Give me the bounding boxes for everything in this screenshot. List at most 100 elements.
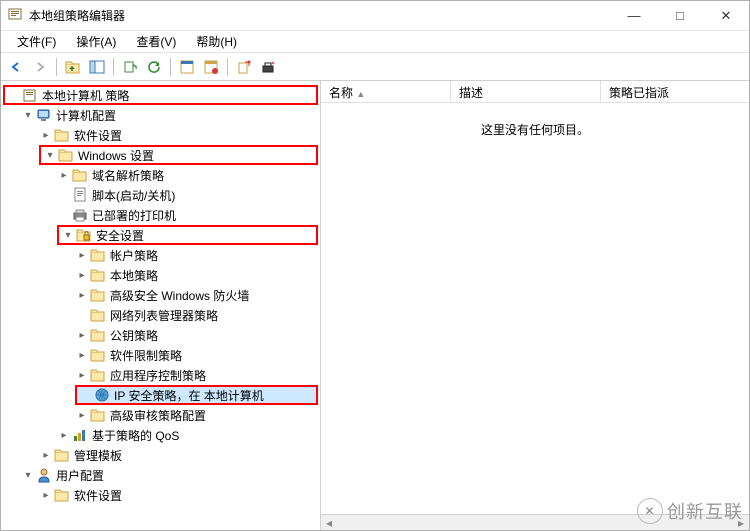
tree-software-settings[interactable]: ▸ 软件设置 — [39, 125, 318, 145]
expander-icon[interactable]: ▸ — [39, 488, 53, 502]
expander-icon[interactable]: ▸ — [57, 428, 71, 442]
titlebar: 本地组策略编辑器 — □ ✕ — [1, 1, 749, 31]
horizontal-scrollbar[interactable]: ◂ ▸ — [321, 514, 749, 530]
forward-button[interactable] — [29, 56, 51, 78]
tree-label: 软件限制策略 — [110, 347, 182, 364]
tree-label: 域名解析策略 — [92, 167, 164, 184]
folder-icon — [90, 367, 106, 383]
expander-icon[interactable]: ▸ — [75, 328, 89, 342]
action2-button[interactable] — [257, 56, 279, 78]
expander-icon[interactable]: ▸ — [75, 288, 89, 302]
toolbar-separator — [113, 58, 114, 76]
menu-action[interactable]: 操作(A) — [66, 31, 126, 52]
toolbar-separator — [56, 58, 57, 76]
tree-security-settings[interactable]: ▾ 安全设置 — [57, 225, 318, 245]
tree-deployed-printers[interactable]: ▸ 已部署的打印机 — [57, 205, 318, 225]
tree-user-config[interactable]: ▾ 用户配置 — [21, 465, 318, 485]
tree-pane[interactable]: ▾ 本地计算机 策略 ▾ 计算机配置 ▸ — [1, 81, 321, 530]
tree-computer-config[interactable]: ▾ 计算机配置 — [21, 105, 318, 125]
scroll-track[interactable] — [337, 515, 733, 530]
folder-icon — [54, 487, 70, 503]
menu-view[interactable]: 查看(V) — [126, 31, 186, 52]
list-body[interactable]: 这里没有任何项目。 ◂ ▸ — [321, 103, 749, 530]
computer-icon — [36, 107, 52, 123]
column-name[interactable]: 名称 ▲ — [321, 81, 451, 102]
window-controls: — □ ✕ — [611, 1, 749, 31]
toolbar-separator — [170, 58, 171, 76]
tree-nlm[interactable]: ▸网络列表管理器策略 — [75, 305, 318, 325]
tree-label: 本地策略 — [110, 267, 158, 284]
tree-wfas[interactable]: ▸ 高级安全 Windows 防火墙 — [75, 285, 318, 305]
tree-app-control[interactable]: ▸ 应用程序控制策略 — [75, 365, 318, 385]
tree-local-policy[interactable]: ▸ 本地策略 — [75, 265, 318, 285]
tree-ipsec[interactable]: ▸IP 安全策略，在 本地计算机 — [75, 385, 318, 405]
tree-label: 应用程序控制策略 — [110, 367, 206, 384]
tree-root[interactable]: ▾ 本地计算机 策略 — [3, 85, 318, 105]
folder-icon — [90, 267, 106, 283]
tree-software-settings-user[interactable]: ▸ 软件设置 — [39, 485, 318, 505]
script-icon — [72, 187, 88, 203]
expander-icon[interactable]: ▾ — [61, 228, 75, 242]
back-button[interactable] — [5, 56, 27, 78]
tree-windows-settings[interactable]: ▾ Windows 设置 — [39, 145, 318, 165]
tree-software-restriction[interactable]: ▸ 软件限制策略 — [75, 345, 318, 365]
tree-scripts[interactable]: ▸ 脚本(启动/关机) — [57, 185, 318, 205]
column-desc[interactable]: 描述 — [451, 81, 601, 102]
scroll-right-icon[interactable]: ▸ — [733, 515, 749, 530]
folder-icon — [90, 247, 106, 263]
refresh-button[interactable] — [143, 56, 165, 78]
tree-label: 网络列表管理器策略 — [110, 307, 218, 324]
main-area: ▾ 本地计算机 策略 ▾ 计算机配置 ▸ — [1, 81, 749, 530]
tree-label: 高级安全 Windows 防火墙 — [110, 287, 249, 304]
security-folder-icon — [76, 227, 92, 243]
tree-label: 脚本(启动/关机) — [92, 187, 175, 204]
properties-button[interactable] — [176, 56, 198, 78]
expander-icon[interactable]: ▾ — [21, 108, 35, 122]
tree-label: 帐户策略 — [110, 247, 158, 264]
column-assigned[interactable]: 策略已指派 — [601, 81, 749, 102]
policy-icon — [22, 87, 38, 103]
tree-label: Windows 设置 — [78, 147, 154, 164]
expander-icon[interactable]: ▾ — [43, 148, 57, 162]
minimize-button[interactable]: — — [611, 1, 657, 31]
expander-icon[interactable]: ▸ — [75, 248, 89, 262]
up-button[interactable] — [62, 56, 84, 78]
menubar: 文件(F) 操作(A) 查看(V) 帮助(H) — [1, 31, 749, 53]
tree-account-policy[interactable]: ▸ 帐户策略 — [75, 245, 318, 265]
empty-message: 这里没有任何项目。 — [481, 123, 589, 137]
action1-button[interactable] — [233, 56, 255, 78]
folder-icon — [54, 127, 70, 143]
expander-icon[interactable]: ▾ — [21, 468, 35, 482]
expander-icon[interactable]: ▸ — [39, 448, 53, 462]
menu-help[interactable]: 帮助(H) — [186, 31, 247, 52]
toolbar-separator — [227, 58, 228, 76]
close-button[interactable]: ✕ — [703, 1, 749, 31]
printer-icon — [72, 207, 88, 223]
scroll-left-icon[interactable]: ◂ — [321, 515, 337, 530]
folder-icon — [90, 407, 106, 423]
expander-icon[interactable]: ▸ — [75, 408, 89, 422]
menu-file[interactable]: 文件(F) — [7, 31, 66, 52]
properties2-button[interactable] — [200, 56, 222, 78]
tree-label: 高级审核策略配置 — [110, 407, 206, 424]
tree-label: 软件设置 — [74, 127, 122, 144]
tree-admin-templates[interactable]: ▸ 管理模板 — [39, 445, 318, 465]
expander-icon[interactable]: ▸ — [75, 348, 89, 362]
expander-icon[interactable]: ▸ — [39, 128, 53, 142]
maximize-button[interactable]: □ — [657, 1, 703, 31]
show-hide-tree-button[interactable] — [86, 56, 108, 78]
window-title: 本地组策略编辑器 — [29, 7, 611, 24]
expander-icon[interactable]: ▸ — [75, 268, 89, 282]
expander-icon[interactable]: ▸ — [57, 168, 71, 182]
tree-label: 已部署的打印机 — [92, 207, 176, 224]
folder-icon — [90, 347, 106, 363]
tree-public-key[interactable]: ▸公钥策略 — [75, 325, 318, 345]
tree-qos[interactable]: ▸ 基于策略的 QoS — [57, 425, 318, 445]
folder-icon — [90, 307, 106, 323]
tree-label: 用户配置 — [56, 467, 104, 484]
export-button[interactable] — [119, 56, 141, 78]
tree-audit[interactable]: ▸ 高级审核策略配置 — [75, 405, 318, 425]
tree-label: 安全设置 — [96, 227, 144, 244]
expander-icon[interactable]: ▸ — [75, 368, 89, 382]
tree-name-resolution[interactable]: ▸ 域名解析策略 — [57, 165, 318, 185]
